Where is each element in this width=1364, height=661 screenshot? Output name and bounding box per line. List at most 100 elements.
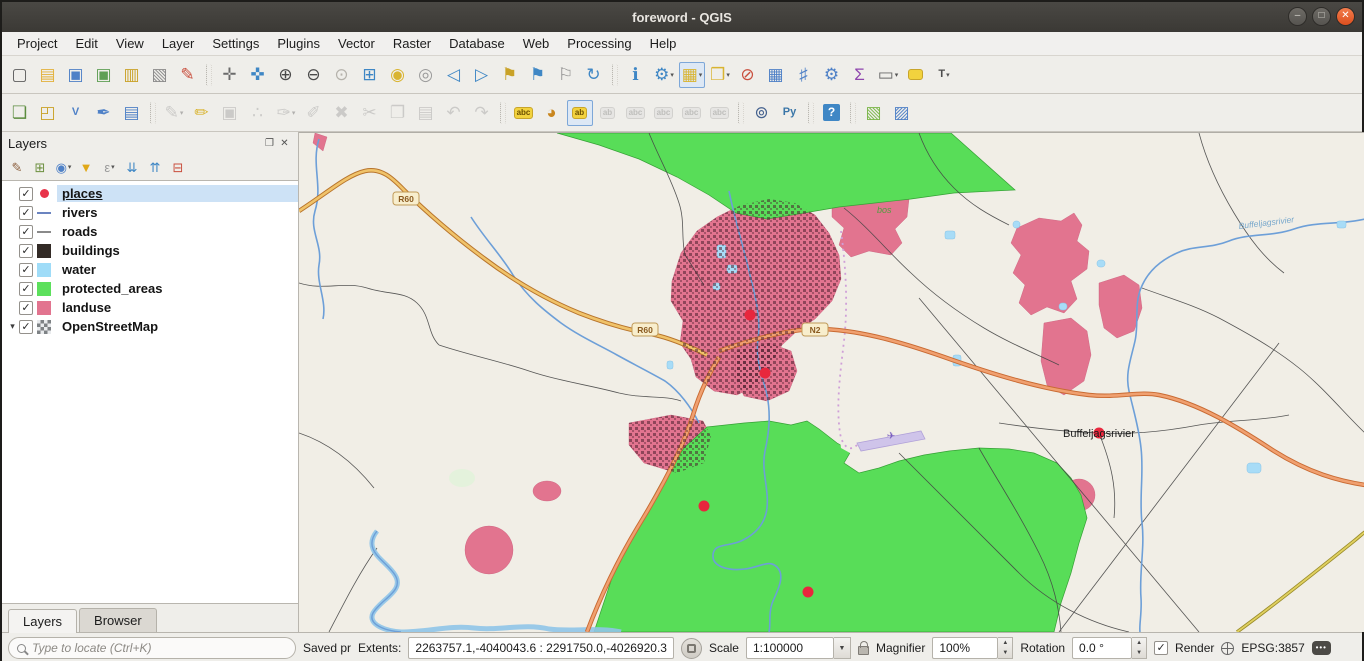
layer-visibility-checkbox[interactable]: ✓ [19,187,33,201]
layer-visibility-checkbox[interactable]: ✓ [19,263,33,277]
show-layout-manager-icon[interactable]: ▧ [147,62,173,88]
cut-features-icon[interactable]: ✂ [357,100,383,126]
crs-indicator[interactable]: EPSG:3857 [1241,641,1304,655]
tab-layers[interactable]: Layers [8,609,77,633]
layer-visibility-checkbox[interactable]: ✓ [19,320,33,334]
map-canvas[interactable]: ✈ [299,132,1364,632]
minimize-button[interactable]: – [1288,7,1307,26]
layer-labeling-icon[interactable]: abc [511,100,537,126]
zoom-in-icon[interactable]: ⊕ [273,62,299,88]
spin-up-icon[interactable]: ▲ [998,638,1012,648]
layer-visibility-checkbox[interactable]: ✓ [19,282,33,296]
layer-item-places[interactable]: ✓ places [2,184,298,203]
zoom-native-icon[interactable]: ⊙ [329,62,355,88]
delete-selected-icon[interactable]: ✖ [329,100,355,126]
layer-expander-icon[interactable]: ▾ [6,321,19,332]
spin-up-icon[interactable]: ▲ [1132,638,1146,648]
pin-labels-icon[interactable]: ab [567,100,593,126]
panel-float-button[interactable]: ❐ [262,138,277,149]
add-feature-icon[interactable]: ∴ [245,100,271,126]
filter-by-expression-icon[interactable]: ε▾ [99,157,120,178]
save-layer-edits-icon[interactable]: ▣ [217,100,243,126]
layer-visibility-checkbox[interactable]: ✓ [19,301,33,315]
layer-visibility-checkbox[interactable]: ✓ [19,244,33,258]
open-project-icon[interactable]: ▤ [35,62,61,88]
menu-item[interactable]: Vector [329,33,384,54]
messages-icon[interactable]: ••• [1312,641,1331,655]
locate-input[interactable] [32,641,287,655]
menu-item[interactable]: Plugins [268,33,329,54]
extents-value[interactable]: 2263757.1,-4040043.6 : 2291750.0,-402692… [408,637,674,659]
style-manager-icon[interactable]: ✎ [175,62,201,88]
redo-icon[interactable]: ↷ [469,100,495,126]
title-bar[interactable]: foreword - QGIS –□✕ [2,2,1362,32]
copy-features-icon[interactable]: ❐ [385,100,411,126]
pan-to-selection-icon[interactable]: ✜ [245,62,271,88]
layer-diagram-icon[interactable]: ◕ [539,100,565,126]
rotation-value[interactable]: 0.0 ° [1072,637,1132,659]
layer-visibility-checkbox[interactable]: ✓ [19,225,33,239]
render-checkbox[interactable]: ✓ [1154,641,1168,655]
lock-icon[interactable] [858,646,869,655]
scale-combo[interactable]: 1:100000 ▼ [746,637,851,659]
layer-item-water[interactable]: ✓ water [2,260,298,279]
menu-item[interactable]: Edit [66,33,106,54]
show-bookmarks-icon[interactable]: ⚑ [525,62,551,88]
remove-layer-icon[interactable]: ⊟ [168,157,189,178]
bookmark-manager-icon[interactable]: ⚐ [553,62,579,88]
python-console-icon[interactable]: Py [777,100,803,126]
zoom-to-selection-icon[interactable]: ◉ [385,62,411,88]
highlight-pinned-labels-icon[interactable]: ab [595,100,621,126]
tab-browser[interactable]: Browser [79,608,157,632]
refresh-icon[interactable]: ↻ [581,62,607,88]
zoom-to-layer-icon[interactable]: ◎ [413,62,439,88]
data-source-manager-icon[interactable]: ❏ [7,100,33,126]
layer-visibility-checkbox[interactable]: ✓ [19,206,33,220]
new-bookmark-icon[interactable]: ⚑ [497,62,523,88]
menu-item[interactable]: Layer [153,33,204,54]
filter-legend-icon[interactable]: ▼ [76,157,97,178]
multiedit-attributes-icon[interactable]: ✐ [301,100,327,126]
show-hide-labels-icon[interactable]: abc [623,100,649,126]
attribute-table-icon[interactable]: ▦ [763,62,789,88]
pan-map-icon[interactable]: ✛ [217,62,243,88]
menu-item[interactable]: Web [514,33,559,54]
layer-item-roads[interactable]: ✓ roads [2,222,298,241]
text-annotation-icon[interactable]: T▾ [931,62,957,88]
statistical-summary-icon[interactable]: Σ [847,62,873,88]
measure-icon[interactable]: ▭▾ [875,62,901,88]
new-geopackage-layer-icon[interactable]: ◰ [35,100,61,126]
change-label-icon[interactable]: abc [707,100,733,126]
menu-item[interactable]: Help [641,33,686,54]
new-temporary-scratch-layer-icon[interactable]: ▤ [119,100,145,126]
processing-toolbox-icon[interactable]: ⚙ [819,62,845,88]
select-by-form-icon[interactable]: ❒▾ [707,62,733,88]
close-button[interactable]: ✕ [1336,7,1355,26]
new-project-icon[interactable]: ▢ [7,62,33,88]
menu-item[interactable]: Processing [558,33,640,54]
run-feature-action-icon[interactable]: ⚙▾ [651,62,677,88]
new-spatialite-layer-icon[interactable]: ✒ [91,100,117,126]
spin-down-icon[interactable]: ▼ [1132,648,1146,658]
expand-all-icon[interactable]: ⇊ [122,157,143,178]
menu-item[interactable]: Project [8,33,66,54]
locate-bar[interactable] [8,637,296,659]
save-project-icon[interactable]: ▣ [63,62,89,88]
manage-map-themes-icon[interactable]: ◉▾ [53,157,74,178]
menu-item[interactable]: Settings [203,33,268,54]
map-plugin-2-icon[interactable]: ▨ [889,100,915,126]
zoom-last-icon[interactable]: ◁ [441,62,467,88]
spin-down-icon[interactable]: ▼ [998,648,1012,658]
layer-item-openstreetmap[interactable]: ▾ ✓ OpenStreetMap [2,317,298,336]
move-label-icon[interactable]: abc [651,100,677,126]
map-tips-icon[interactable] [903,62,929,88]
zoom-next-icon[interactable]: ▷ [469,62,495,88]
collapse-all-icon[interactable]: ⇈ [145,157,166,178]
extents-button[interactable] [681,638,702,659]
open-layer-styling-icon[interactable]: ✎ [7,157,28,178]
layer-item-buildings[interactable]: ✓ buildings [2,241,298,260]
layer-item-protected-areas[interactable]: ✓ protected_areas [2,279,298,298]
new-shapefile-layer-icon[interactable]: V [63,100,89,126]
layer-item-landuse[interactable]: ✓ landuse [2,298,298,317]
save-project-as-icon[interactable]: ▣ [91,62,117,88]
